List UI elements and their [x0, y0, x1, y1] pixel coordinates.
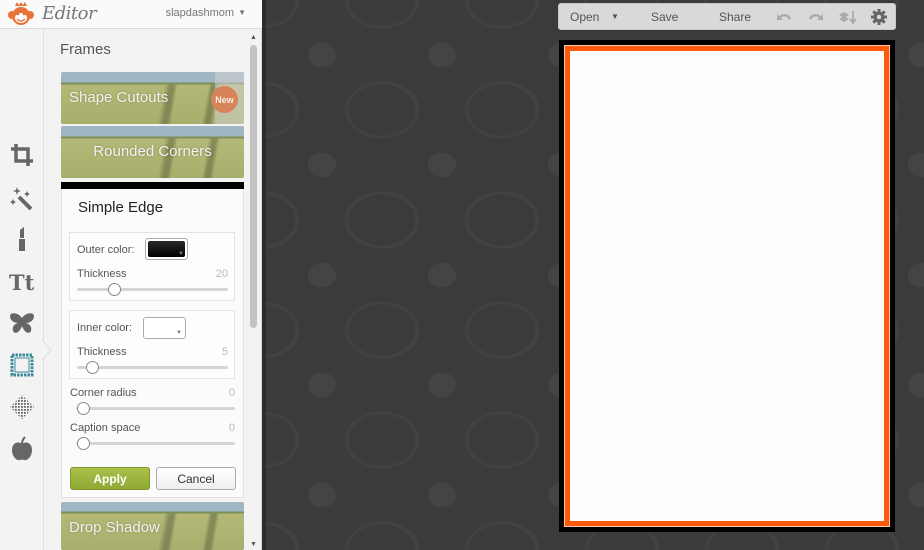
slider-track — [77, 366, 228, 369]
outer-thickness-value: 20 — [215, 268, 228, 280]
photo-content — [570, 51, 884, 521]
left-panel: Editor slapdashmom ▼ Tt Frames Shape Cut… — [0, 0, 262, 550]
outer-color-label: Outer color: — [77, 244, 135, 256]
caption-space-label: Caption space — [70, 422, 141, 434]
gear-icon — [871, 9, 887, 25]
outer-edge-group: Outer color: ▼ Thickness 20 — [69, 232, 235, 301]
chevron-down-icon: ▼ — [238, 8, 246, 17]
chevron-down-icon: ▼ — [176, 330, 182, 336]
caption-space-value: 0 — [228, 422, 235, 434]
inner-color-label: Inner color: — [77, 322, 133, 334]
tool-crop[interactable] — [6, 139, 38, 171]
photo-canvas[interactable] — [559, 40, 895, 532]
tool-textures[interactable] — [6, 391, 38, 423]
settings-button[interactable] — [870, 8, 888, 26]
open-button[interactable]: Open — [570, 10, 599, 24]
top-toolbar: Open ▼ Save Share — [558, 3, 896, 30]
corner-radius-slider[interactable] — [76, 402, 235, 415]
text-icon: Tt — [9, 270, 35, 294]
new-badge: New — [211, 86, 238, 113]
tool-effects[interactable] — [6, 183, 38, 215]
frame-icon — [10, 353, 34, 377]
slider-handle[interactable] — [77, 437, 90, 450]
apply-button[interactable]: Apply — [70, 467, 150, 490]
outer-thickness-label: Thickness — [77, 268, 127, 280]
frame-label: Drop Shadow — [69, 519, 160, 536]
slider-handle[interactable] — [108, 283, 122, 296]
redo-button[interactable] — [807, 8, 825, 26]
simple-edge-title: Simple Edge — [78, 199, 164, 216]
active-tool-pointer — [42, 340, 52, 360]
tool-frames[interactable] — [6, 349, 38, 381]
frame-label: Rounded Corners — [93, 143, 212, 160]
scroll-down-icon[interactable]: ▼ — [250, 541, 257, 548]
texture-icon — [10, 395, 34, 419]
frame-shape-cutouts[interactable]: Shape Cutouts New — [61, 72, 244, 124]
chevron-down-icon: ▼ — [178, 251, 184, 257]
share-button[interactable]: Share — [719, 10, 751, 24]
crop-icon — [11, 144, 33, 166]
scrollbar-thumb[interactable] — [250, 45, 257, 328]
panel-title: Frames — [60, 41, 111, 58]
slider-track — [76, 407, 235, 410]
caption-space-slider[interactable] — [76, 437, 235, 450]
tool-overlays[interactable] — [6, 307, 38, 339]
top-bar: Editor slapdashmom ▼ — [0, 0, 262, 29]
apple-icon — [12, 436, 32, 461]
inner-thickness-label: Thickness — [77, 346, 127, 358]
redo-icon — [808, 14, 823, 20]
undo-icon — [777, 14, 792, 20]
frame-label: Shape Cutouts — [69, 89, 169, 106]
lipstick-icon — [19, 227, 25, 251]
layers-button[interactable] — [838, 8, 857, 26]
slider-track — [77, 288, 228, 291]
corner-radius-label: Corner radius — [70, 387, 137, 399]
tool-touch-up[interactable] — [6, 223, 38, 255]
butterfly-icon — [10, 313, 34, 333]
svg-text:Tt: Tt — [9, 270, 35, 294]
frame-drop-shadow[interactable]: Drop Shadow — [61, 502, 244, 550]
inner-color-picker[interactable]: ▼ — [143, 317, 186, 339]
panel-scrollbar[interactable]: ▲ ▼ — [248, 29, 260, 550]
inner-thickness-value: 5 — [221, 346, 228, 358]
simple-edge-panel: Simple Edge Outer color: ▼ Thickness 20 … — [61, 182, 244, 498]
save-button[interactable]: Save — [651, 10, 678, 24]
inner-thickness-slider[interactable] — [77, 361, 228, 374]
tool-rail: Tt — [0, 29, 44, 550]
slider-handle[interactable] — [85, 361, 99, 374]
slider-track — [76, 442, 235, 445]
outer-color-picker[interactable]: ▼ — [145, 238, 188, 260]
tool-themes[interactable] — [6, 433, 38, 465]
inner-edge-group: Inner color: ▼ Thickness 5 — [69, 310, 235, 379]
slider-handle[interactable] — [77, 402, 90, 415]
cancel-button[interactable]: Cancel — [156, 467, 236, 490]
corner-radius-value: 0 — [228, 387, 235, 399]
undo-button[interactable] — [775, 8, 793, 26]
monkey-logo-icon[interactable] — [7, 2, 35, 26]
open-dropdown-icon[interactable]: ▼ — [611, 12, 619, 21]
scroll-up-icon[interactable]: ▲ — [250, 34, 257, 41]
frame-rounded-corners[interactable]: Rounded Corners — [61, 126, 244, 178]
username: slapdashmom — [165, 7, 235, 19]
magic-wand-icon — [10, 187, 33, 211]
layers-icon — [839, 11, 857, 25]
inner-frame-edge — [564, 45, 890, 527]
outer-thickness-slider[interactable] — [77, 283, 228, 296]
simple-edge-thumbnail — [61, 182, 244, 189]
app-logo-text: Editor — [42, 3, 97, 24]
tool-text[interactable]: Tt — [6, 265, 38, 297]
user-menu[interactable]: slapdashmom ▼ — [166, 7, 246, 19]
